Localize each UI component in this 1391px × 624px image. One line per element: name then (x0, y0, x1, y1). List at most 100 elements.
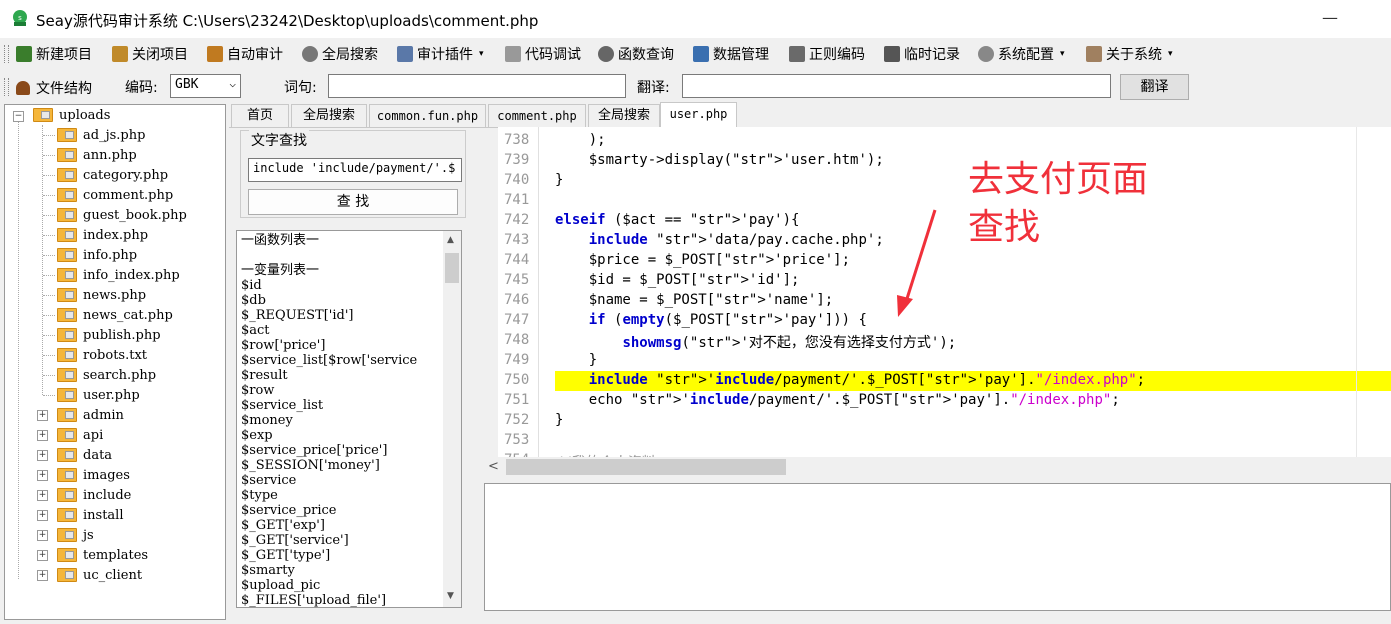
tree-file[interactable]: info.php (57, 245, 137, 265)
menu-function-query[interactable]: 函数查询 (598, 44, 674, 64)
list-item[interactable]: $upload_pic (241, 578, 320, 593)
list-item[interactable]: $service (241, 473, 296, 488)
tree-file[interactable]: info_index.php (57, 265, 180, 285)
file-tree[interactable]: − uploads ad_js.php ann.php category.php co… (4, 104, 226, 620)
list-item[interactable]: $service_price['price'] (241, 443, 387, 458)
list-item[interactable]: $row['price'] (241, 338, 325, 353)
code-line[interactable]: $name = $_POST["str">'name']; (555, 292, 833, 308)
tree-folder-uploads[interactable]: uploads (33, 105, 110, 125)
code-line[interactable]: } (555, 412, 563, 428)
code-line[interactable]: ); (555, 132, 606, 148)
tree-folder[interactable]: admin (57, 405, 124, 425)
code-line[interactable]: elseif ($act == "str">'pay'){ (555, 212, 799, 228)
tree-folder[interactable]: api (57, 425, 103, 445)
tree-file[interactable]: ann.php (57, 145, 137, 165)
tab-user-php[interactable]: user.php (660, 102, 737, 127)
collapse-icon[interactable]: − (13, 111, 24, 122)
code-line[interactable]: showmsg("str">'对不起，您没有选择支付方式'); (555, 332, 956, 352)
scroll-thumb[interactable] (445, 253, 459, 283)
tree-file[interactable]: category.php (57, 165, 168, 185)
expand-icon[interactable]: + (37, 550, 48, 561)
expand-icon[interactable]: + (37, 530, 48, 541)
list-scrollbar[interactable]: ▲ ▼ (443, 231, 461, 607)
list-item[interactable]: $db (241, 293, 266, 308)
code-horizontal-scrollbar[interactable]: < (484, 457, 1391, 477)
tree-folder[interactable]: js (57, 525, 94, 545)
list-item[interactable]: $money (241, 413, 293, 428)
menu-temp-record[interactable]: 临时记录 (884, 44, 960, 64)
tree-file[interactable]: ad_js.php (57, 125, 145, 145)
tree-folder[interactable]: images (57, 465, 130, 485)
tree-file[interactable]: guest_book.php (57, 205, 187, 225)
tab-global-search-2[interactable]: 全局搜索 (588, 104, 660, 127)
code-line[interactable]: include "str">'include/payment/'.$_POST[… (555, 372, 1145, 388)
list-item[interactable]: $_GET['exp'] (241, 518, 325, 533)
list-item[interactable]: $_REQUEST['id'] (241, 308, 354, 323)
tree-file[interactable]: comment.php (57, 185, 173, 205)
toolbar-grip[interactable] (4, 45, 9, 63)
list-item[interactable]: $exp (241, 428, 273, 443)
menu-auto-audit[interactable]: 自动审计 (207, 44, 283, 64)
minimize-button[interactable]: — (1322, 8, 1338, 27)
expand-icon[interactable]: + (37, 430, 48, 441)
list-item[interactable]: $id (241, 278, 262, 293)
list-item[interactable]: $act (241, 323, 270, 338)
scroll-left-icon[interactable]: < (488, 459, 499, 474)
code-line[interactable]: echo "str">'include/payment/'.$_POST["st… (555, 392, 1120, 408)
search-input[interactable]: include 'include/payment/'.$ (248, 158, 462, 182)
menu-regex-encode[interactable]: 正则编码 (789, 44, 865, 64)
code-line[interactable]: $price = $_POST["str">'price']; (555, 252, 850, 268)
tree-folder[interactable]: include (57, 485, 131, 505)
function-variable-list[interactable]: 一函数列表一 一变量列表一 $id $db $_REQUEST['id'] $act $ro… (236, 230, 462, 608)
list-item[interactable]: $type (241, 488, 278, 503)
tree-file[interactable]: publish.php (57, 325, 161, 345)
tree-folder[interactable]: uc_client (57, 565, 142, 585)
list-item[interactable]: $_GET['type'] (241, 548, 330, 563)
tree-folder[interactable]: data (57, 445, 112, 465)
tree-folder[interactable]: install (57, 505, 124, 525)
translate-input[interactable] (682, 74, 1111, 98)
tree-file[interactable]: news.php (57, 285, 146, 305)
scroll-thumb[interactable] (506, 459, 786, 475)
list-item[interactable]: $smarty (241, 563, 295, 578)
scroll-down-icon[interactable]: ▼ (447, 591, 454, 601)
expand-icon[interactable]: + (37, 510, 48, 521)
tree-file[interactable]: index.php (57, 225, 148, 245)
tree-file[interactable]: user.php (57, 385, 140, 405)
toolbar-grip[interactable] (4, 78, 9, 96)
encoding-select[interactable]: GBK ⌵ (170, 74, 241, 98)
output-panel[interactable] (484, 483, 1391, 611)
menu-global-search[interactable]: 全局搜索 (302, 44, 378, 64)
menu-data-manage[interactable]: 数据管理 (693, 44, 769, 64)
list-item[interactable]: $_SESSION['money'] (241, 458, 380, 473)
code-line[interactable]: if (empty($_POST["str">'pay'])) { (555, 312, 867, 328)
list-item[interactable]: $service_list (241, 398, 323, 413)
code-line[interactable]: $id = $_POST["str">'id']; (555, 272, 800, 288)
tab-home[interactable]: 首页 (231, 104, 289, 127)
menu-new-project[interactable]: 新建项目 (16, 44, 92, 64)
code-line[interactable]: } (555, 352, 597, 368)
tab-common-fun[interactable]: common.fun.php (369, 104, 486, 127)
tree-file[interactable]: robots.txt (57, 345, 147, 365)
expand-icon[interactable]: + (37, 450, 48, 461)
menu-code-debug[interactable]: 代码调试 (505, 44, 581, 64)
menu-close-project[interactable]: 关闭项目 (112, 44, 188, 64)
menu-system-config[interactable]: 系统配置 ▾ (978, 44, 1065, 64)
scroll-up-icon[interactable]: ▲ (447, 235, 454, 245)
word-input[interactable] (328, 74, 626, 98)
tree-file[interactable]: news_cat.php (57, 305, 173, 325)
code-line[interactable]: $smarty->display("str">'user.htm'); (555, 152, 884, 168)
file-structure-button[interactable]: 文件结构 (16, 78, 92, 98)
expand-icon[interactable]: + (37, 570, 48, 581)
translate-button[interactable]: 翻译 (1120, 74, 1189, 100)
list-item[interactable]: $service_price (241, 503, 337, 518)
list-item[interactable]: 一变量列表一 (241, 263, 319, 278)
code-line[interactable]: } (555, 172, 563, 188)
list-item[interactable]: $service_list[$row['service (241, 353, 417, 368)
list-item[interactable]: 一函数列表一 (241, 233, 319, 248)
menu-about[interactable]: 关于系统 ▾ (1086, 44, 1173, 64)
tab-comment[interactable]: comment.php (488, 104, 586, 127)
tree-file[interactable]: search.php (57, 365, 156, 385)
expand-icon[interactable]: + (37, 490, 48, 501)
expand-icon[interactable]: + (37, 410, 48, 421)
